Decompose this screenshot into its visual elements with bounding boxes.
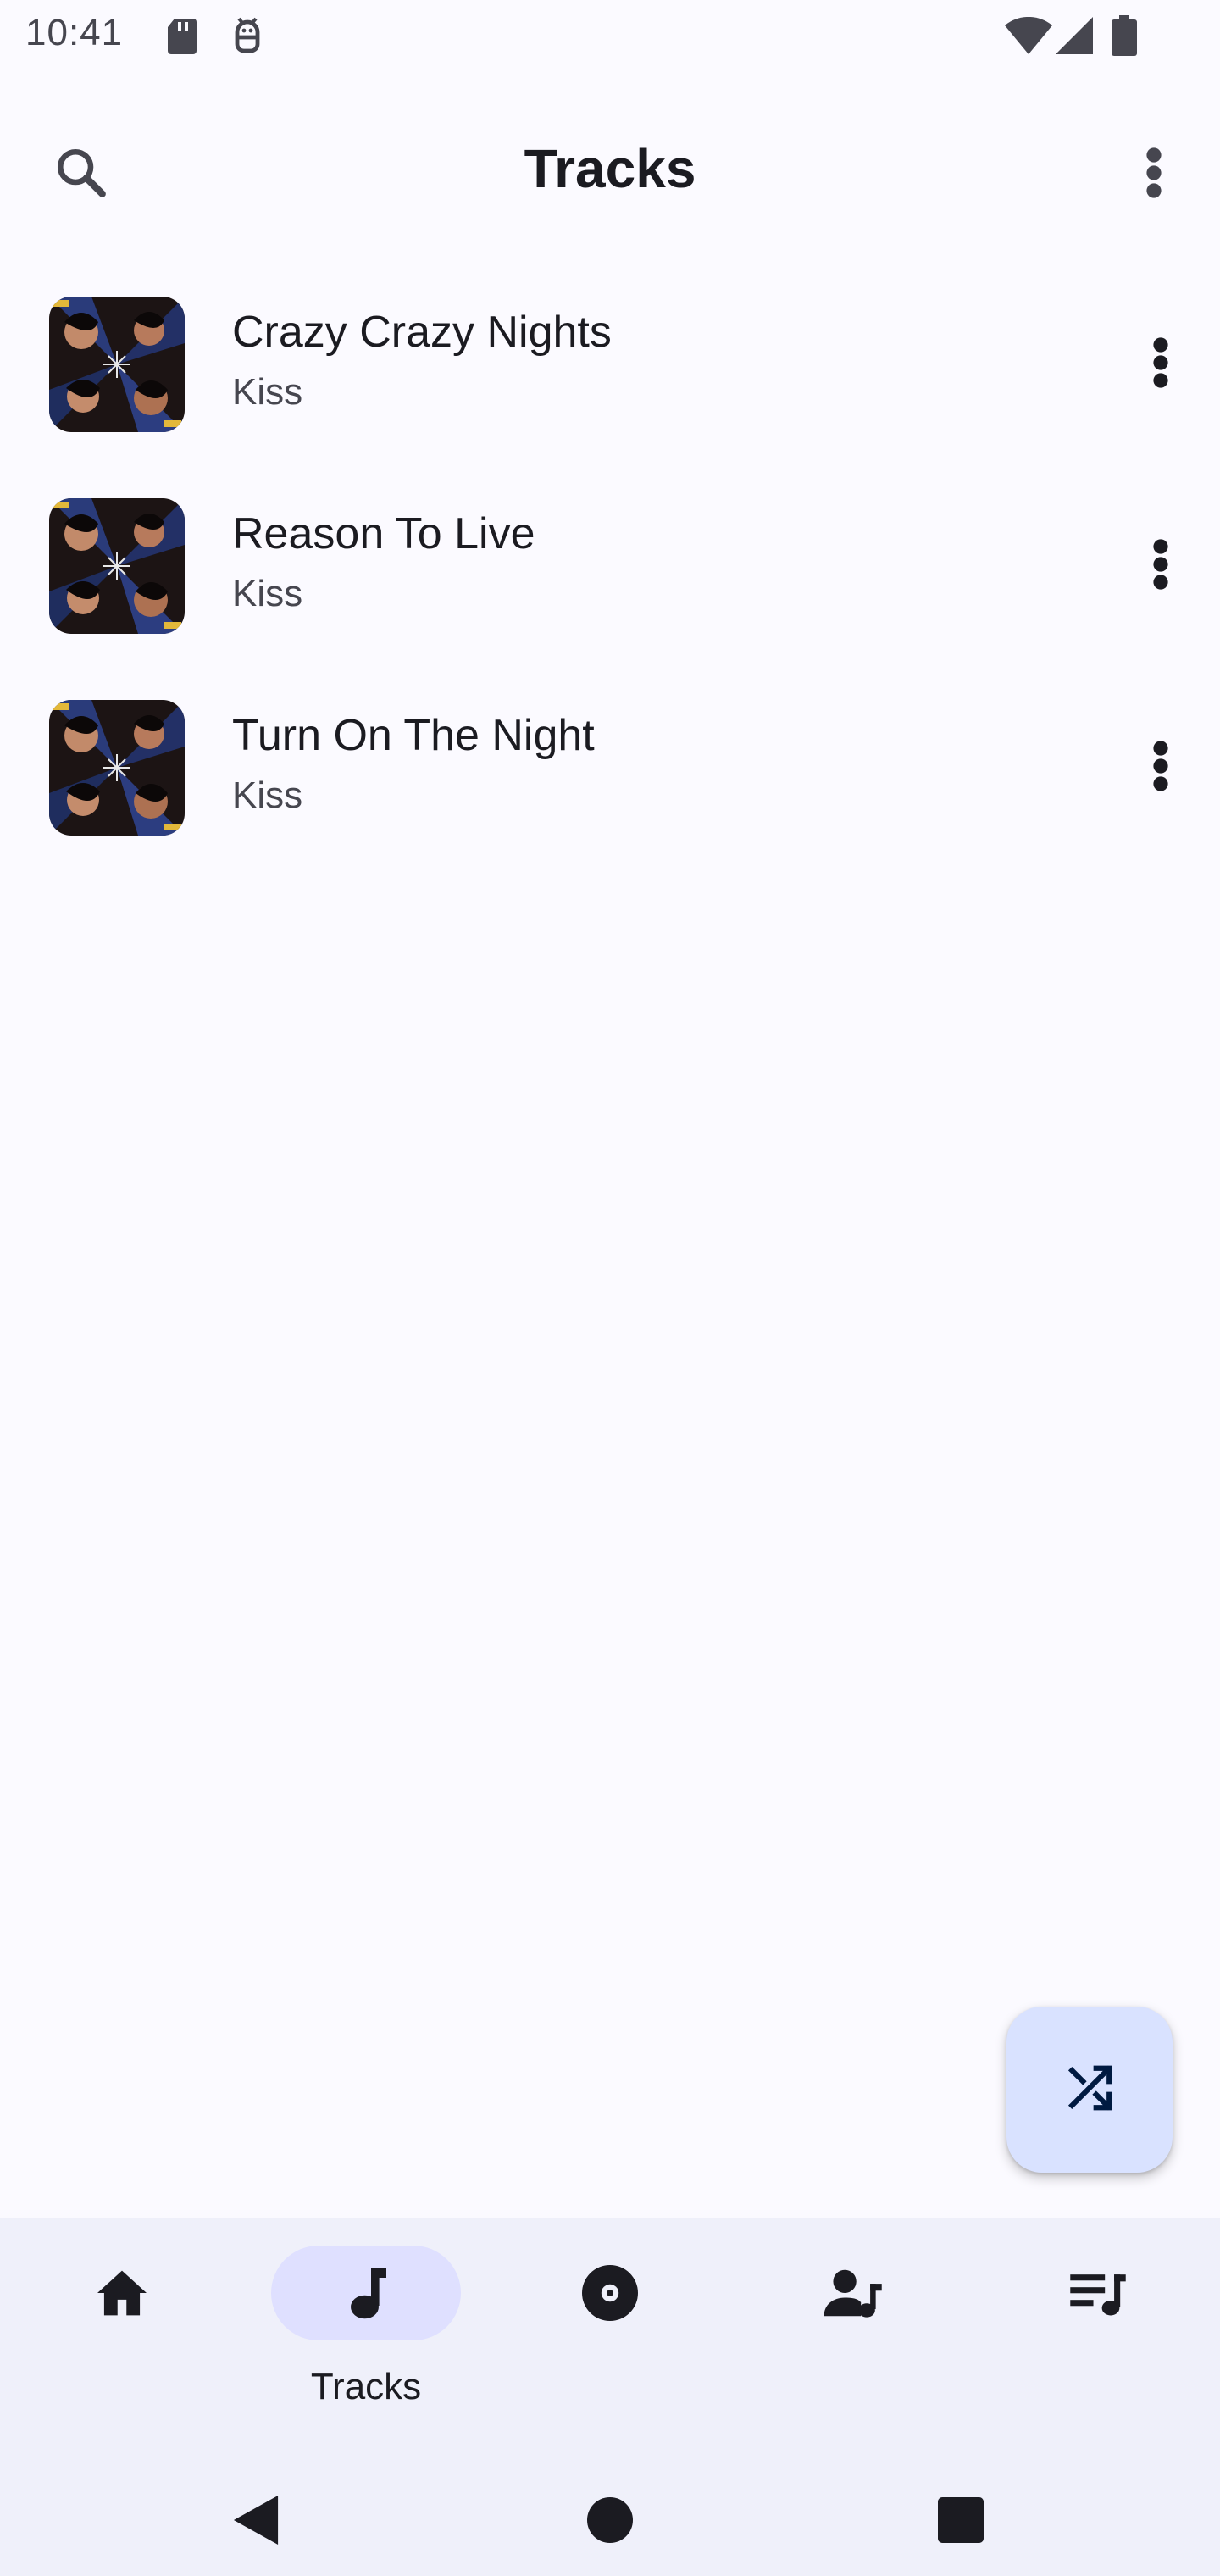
track-menu-button[interactable] — [1101, 717, 1220, 819]
bottom-navigation: Tracks — [0, 2218, 1220, 2576]
top-app-bar: Tracks — [0, 93, 1220, 237]
track-artist: Kiss — [232, 573, 303, 614]
album-artwork — [49, 498, 185, 634]
track-title: Turn On The Night — [232, 711, 595, 760]
shuffle-icon — [1063, 2062, 1116, 2118]
nav-item-albums[interactable] — [488, 2218, 732, 2430]
sd-card-icon — [166, 19, 200, 58]
battery-icon — [1112, 15, 1137, 60]
album-icon — [488, 2246, 732, 2340]
music-note-icon — [244, 2246, 488, 2340]
system-back-button[interactable] — [208, 2474, 303, 2569]
more-vert-icon — [1152, 336, 1169, 393]
recents-icon — [938, 2496, 984, 2547]
track-menu-button[interactable] — [1101, 314, 1220, 415]
page-title: Tracks — [524, 138, 696, 199]
track-artist: Kiss — [232, 774, 303, 816]
home-icon — [0, 2246, 244, 2340]
android-debug-icon — [230, 17, 264, 60]
track-artist: Kiss — [232, 371, 303, 413]
system-home-button[interactable] — [563, 2474, 657, 2569]
track-row[interactable]: Crazy Crazy Nights Kiss — [0, 254, 1220, 456]
more-vert-icon — [1152, 740, 1169, 797]
artist-icon — [732, 2246, 976, 2340]
album-artwork — [49, 700, 185, 836]
more-vert-icon — [1145, 147, 1162, 203]
track-row[interactable]: Reason To Live Kiss — [0, 456, 1220, 658]
nav-label: Tracks — [310, 2366, 422, 2407]
shuffle-button[interactable] — [1006, 2007, 1173, 2173]
overflow-menu-button[interactable] — [1106, 117, 1201, 232]
nav-item-tracks[interactable]: Tracks — [244, 2218, 488, 2430]
album-artwork — [49, 297, 185, 432]
track-menu-button[interactable] — [1101, 515, 1220, 617]
home-circle-icon — [587, 2496, 633, 2547]
nav-item-playlists[interactable] — [976, 2218, 1220, 2430]
track-row[interactable]: Turn On The Night Kiss — [0, 658, 1220, 859]
status-bar: 10:41 — [0, 0, 1220, 71]
track-title: Crazy Crazy Nights — [232, 308, 612, 357]
more-vert-icon — [1152, 538, 1169, 595]
wifi-icon — [1005, 16, 1052, 58]
playlist-icon — [976, 2246, 1220, 2340]
nav-item-artists[interactable] — [732, 2218, 976, 2430]
nav-item-home[interactable] — [0, 2218, 244, 2430]
back-icon — [233, 2495, 279, 2549]
system-recents-button[interactable] — [913, 2474, 1008, 2569]
cell-signal-icon — [1056, 17, 1093, 58]
status-time: 10:41 — [25, 12, 124, 53]
track-title: Reason To Live — [232, 509, 535, 558]
